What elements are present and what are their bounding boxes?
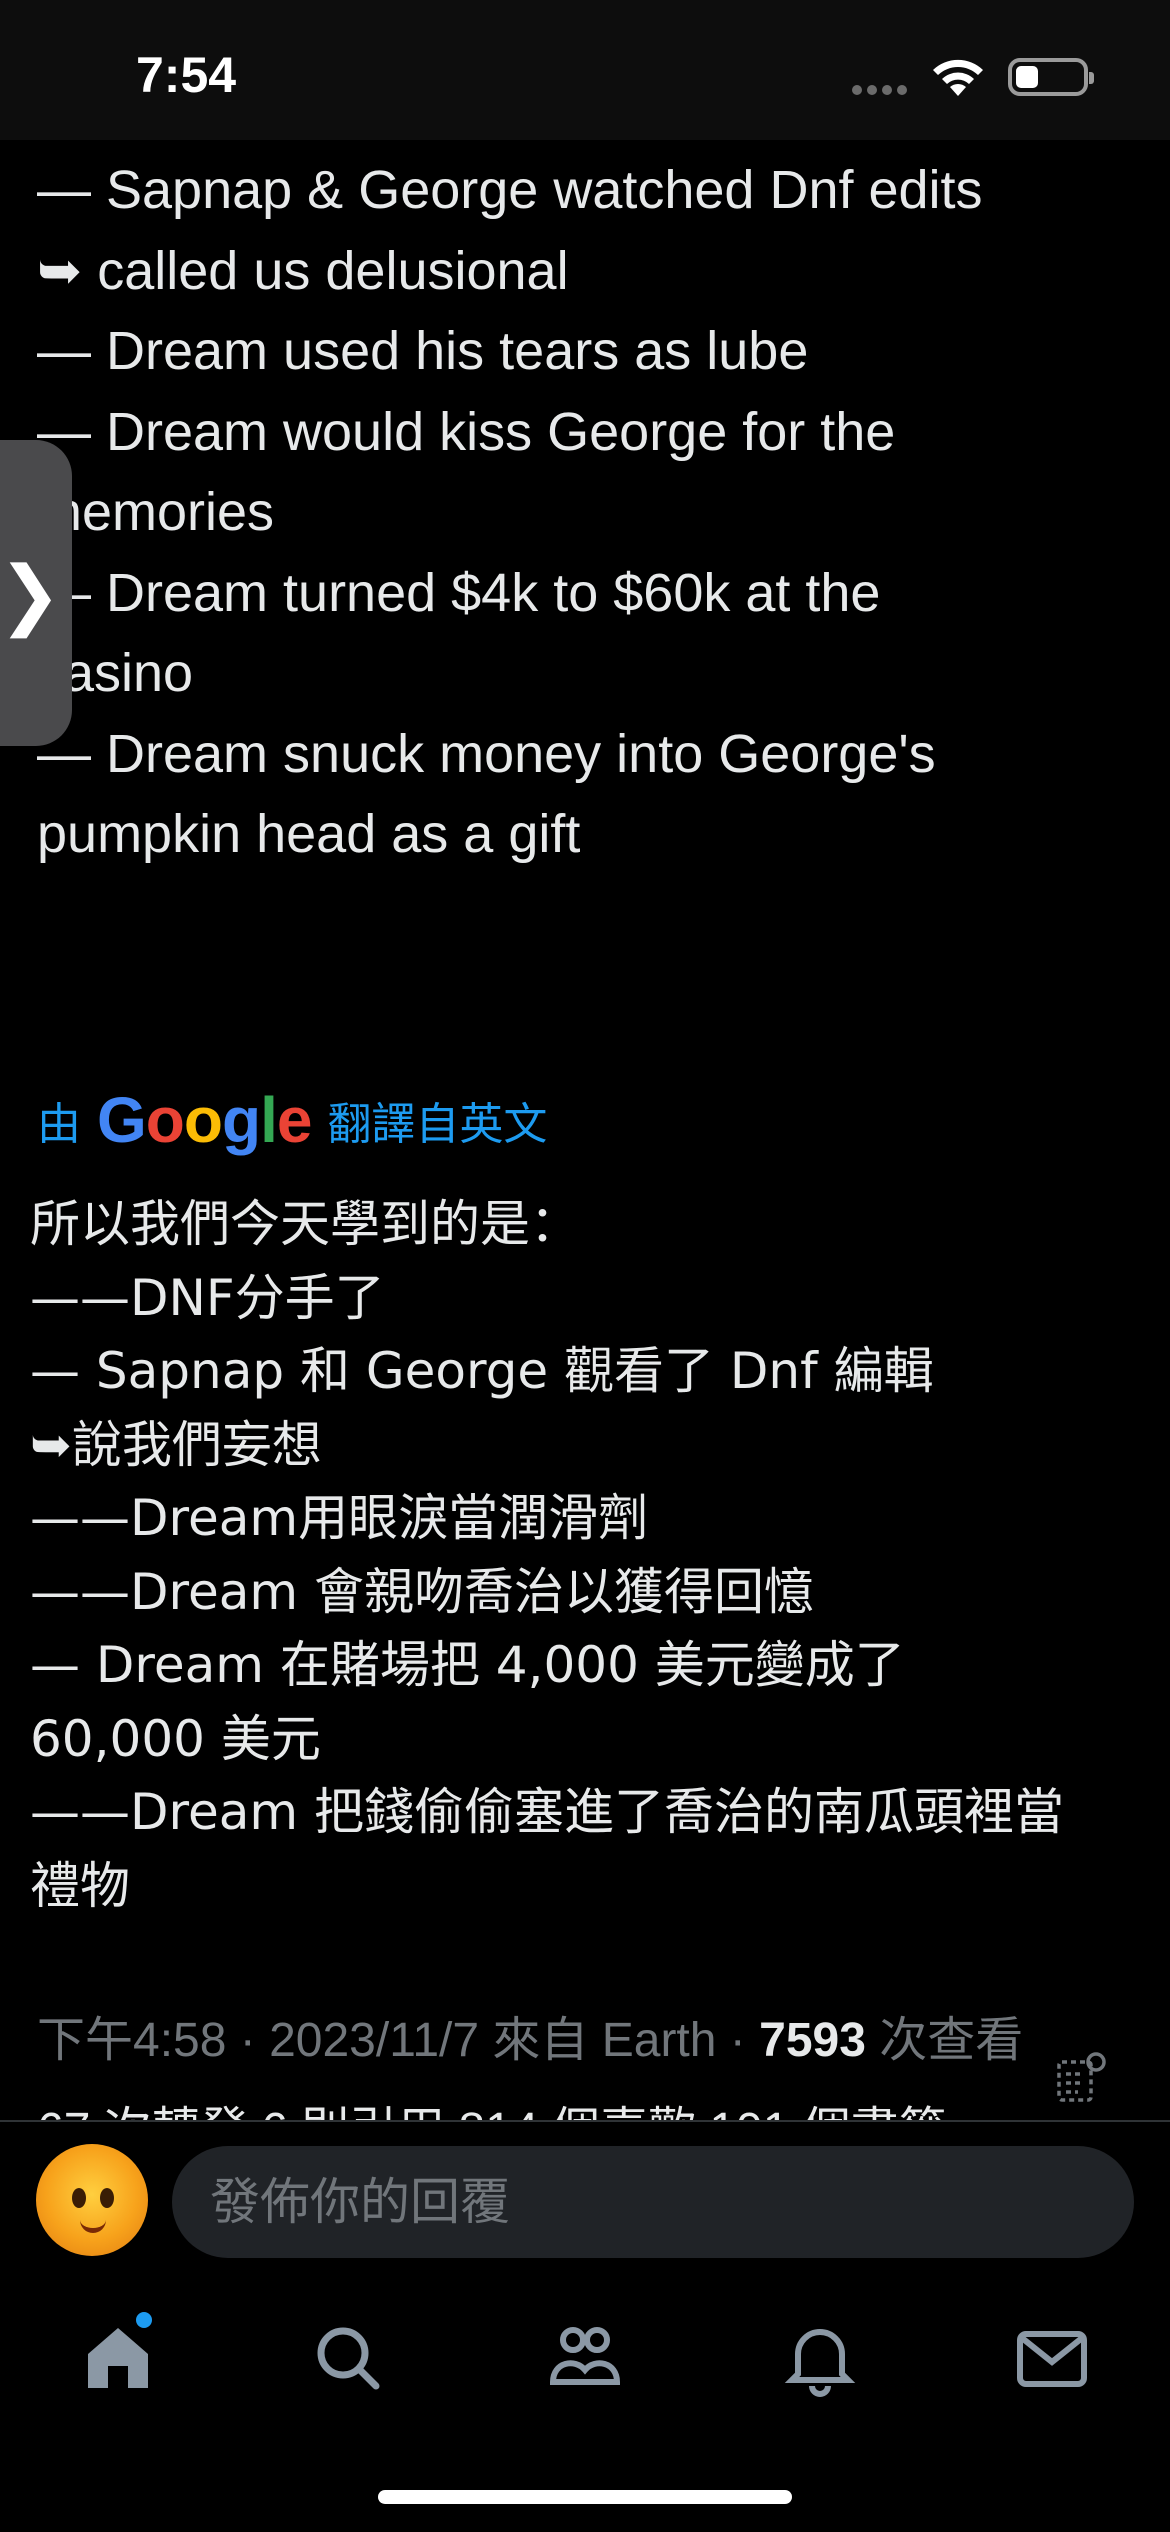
tab-search[interactable] xyxy=(308,2318,388,2398)
home-icon xyxy=(88,2328,148,2388)
search-icon xyxy=(317,2327,380,2390)
tab-notifications[interactable] xyxy=(780,2318,860,2398)
status-time: 7:54 xyxy=(136,47,237,103)
translated-line: — Dream 在賭場把 4,000 美元變成了 xyxy=(30,1636,905,1694)
tweet-line: casino xyxy=(37,643,194,703)
translated-line: ——Dream 會親吻喬治以獲得回憶 xyxy=(30,1562,814,1621)
translated-by-google[interactable]: 由 Google 翻譯自英文 xyxy=(37,1084,548,1156)
tweet-timestamp: 下午4:58 · 2023/11/7 來自 Earth · xyxy=(37,2014,760,2067)
tweet-line: — Dream used his tears as lube xyxy=(37,321,809,381)
tweet-line: — Dream would kiss George for the xyxy=(37,401,896,462)
notification-dot xyxy=(136,2312,152,2328)
side-panel-handle[interactable]: ❯ xyxy=(0,440,72,746)
translated-line: ➥說我們妄想 xyxy=(30,1415,322,1474)
google-logo: Google xyxy=(97,1084,312,1156)
tab-messages[interactable] xyxy=(1012,2318,1092,2398)
translated-text: 所以我們今天學到的是： ——DNF分手了 — Sapnap 和 George 觀看了… xyxy=(30,1188,1145,1923)
tweet-line: ➥ called us delusional xyxy=(37,240,569,301)
translated-line: 60,000 美元 xyxy=(30,1709,321,1768)
translated-line: ——Dream 把錢偷偷塞進了喬治的南瓜頭裡當 xyxy=(30,1783,1064,1841)
tweet-line: memories xyxy=(37,482,275,542)
translation-suffix: 翻譯自英文 xyxy=(327,1100,548,1149)
tweet-text: — Sapnap & George watched Dnf edits ➥ cal… xyxy=(37,150,1147,875)
mail-icon xyxy=(1017,2331,1087,2387)
translated-line: 所以我們今天學到的是： xyxy=(30,1195,580,1253)
status-bar: 7:54 xyxy=(0,0,1170,140)
analytics-icon[interactable] xyxy=(1056,2050,1108,2104)
tweet-detail: — Sapnap & George watched Dnf edits ➥ cal… xyxy=(0,140,1170,2120)
tweet-line: — Dream turned $4k to $60k at the xyxy=(37,562,881,623)
translated-line: — Sapnap 和 George 觀看了 Dnf 編輯 xyxy=(30,1342,934,1400)
translated-line: ——Dream用眼淚當潤滑劑 xyxy=(30,1489,649,1547)
tweet-meta: 下午4:58 · 2023/11/7 來自 Earth · 7593 次查看 xyxy=(37,2002,1037,2080)
translated-line: ——DNF分手了 xyxy=(30,1268,385,1327)
tab-home[interactable] xyxy=(78,2318,158,2398)
bell-icon xyxy=(784,2329,856,2397)
views-count: 7593 xyxy=(759,2014,866,2067)
home-indicator xyxy=(378,2490,792,2504)
battery-icon xyxy=(1008,58,1094,96)
avatar[interactable] xyxy=(36,2144,148,2256)
reply-input[interactable]: 發佈你的回覆 xyxy=(172,2146,1134,2258)
views-label: 次查看 xyxy=(865,2014,1024,2067)
translation-prefix: 由 xyxy=(37,1100,81,1149)
tweet-line: pumpkin head as a gift xyxy=(37,804,581,864)
translated-line: 禮物 xyxy=(30,1856,130,1915)
cellular-signal-icon xyxy=(852,82,912,96)
chevron-right-icon: ❯ xyxy=(0,551,62,637)
tab-communities[interactable] xyxy=(545,2318,625,2398)
wifi-icon xyxy=(930,56,986,100)
communities-icon xyxy=(549,2327,621,2385)
tweet-line: — Sapnap & George watched Dnf edits xyxy=(37,160,983,220)
reply-bar: 發佈你的回覆 xyxy=(0,2120,1170,2270)
tweet-line: — Dream snuck money into George's xyxy=(37,723,936,784)
